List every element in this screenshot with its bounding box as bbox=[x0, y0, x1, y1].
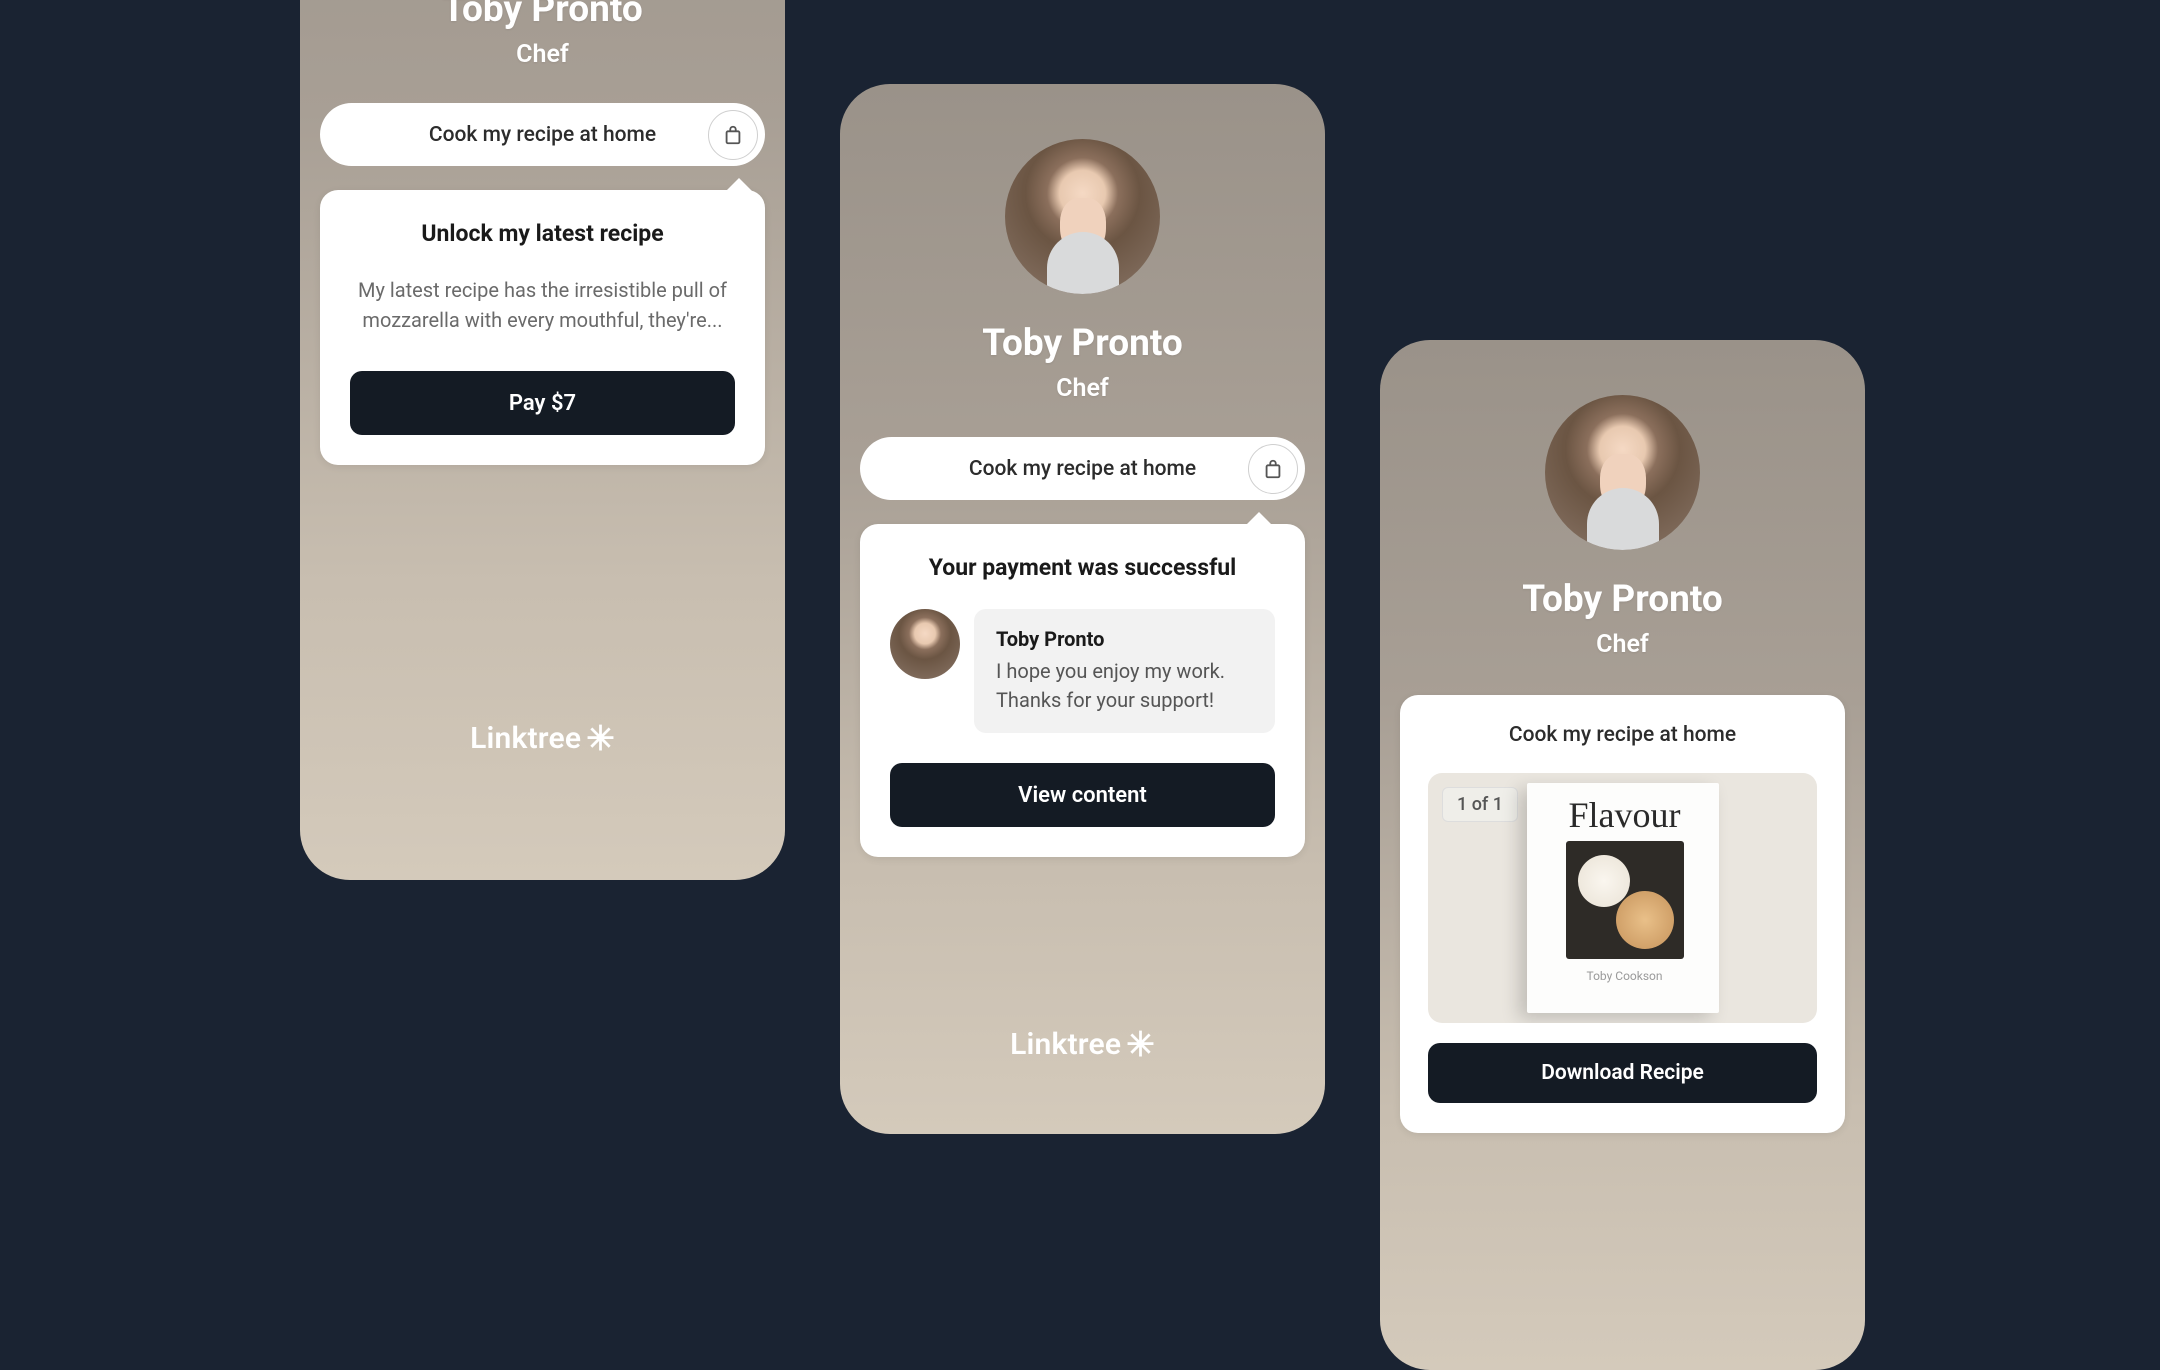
success-popover: Your payment was successful Toby Pronto … bbox=[860, 524, 1305, 857]
phone-screen-download: Toby Pronto Chef Cook my recipe at home … bbox=[1380, 340, 1865, 1370]
book-author: Toby Cookson bbox=[1587, 969, 1663, 983]
lock-icon bbox=[1248, 444, 1298, 494]
profile-name: Toby Pronto bbox=[1522, 578, 1723, 621]
linktree-logo: Linktree✳ bbox=[1010, 1027, 1155, 1062]
phone-screen-success: Toby Pronto Chef Cook my recipe at home … bbox=[840, 84, 1325, 1134]
pay-button[interactable]: Pay $7 bbox=[350, 371, 735, 435]
avatar bbox=[1545, 395, 1700, 550]
message-sender: Toby Pronto bbox=[996, 627, 1253, 651]
link-cook-recipe[interactable]: Cook my recipe at home bbox=[860, 437, 1305, 500]
unlock-popover: Unlock my latest recipe My latest recipe… bbox=[320, 190, 765, 465]
avatar bbox=[1005, 139, 1160, 294]
phone-screen-unlock: Toby Pronto Chef Cook my recipe at home … bbox=[300, 0, 785, 880]
card-title: Cook my recipe at home bbox=[1428, 723, 1817, 747]
download-card: Cook my recipe at home 1 of 1 Flavour To… bbox=[1400, 695, 1845, 1133]
book-cover: Flavour Toby Cookson bbox=[1527, 783, 1719, 1013]
view-content-button[interactable]: View content bbox=[890, 763, 1275, 827]
message-bubble: Toby Pronto I hope you enjoy my work. Th… bbox=[974, 609, 1275, 733]
lock-icon bbox=[708, 110, 758, 160]
link-cook-recipe[interactable]: Cook my recipe at home bbox=[320, 103, 765, 166]
message-body: I hope you enjoy my work. Thanks for you… bbox=[996, 657, 1253, 715]
link-label: Cook my recipe at home bbox=[969, 457, 1196, 481]
popover-description: My latest recipe has the irresistible pu… bbox=[350, 275, 735, 335]
profile-role: Chef bbox=[1596, 630, 1649, 659]
link-label: Cook my recipe at home bbox=[429, 123, 656, 147]
book-title: Flavour bbox=[1569, 797, 1681, 833]
thank-you-message: Toby Pronto I hope you enjoy my work. Th… bbox=[890, 609, 1275, 733]
shopping-bag-icon bbox=[1262, 458, 1284, 480]
profile-role: Chef bbox=[1056, 374, 1109, 403]
sender-avatar bbox=[890, 609, 960, 679]
shopping-bag-icon bbox=[722, 124, 744, 146]
book-cover-image bbox=[1566, 841, 1684, 959]
asterisk-icon: ✳ bbox=[586, 728, 615, 752]
linktree-logo: Linktree✳ bbox=[470, 721, 615, 756]
asterisk-icon: ✳ bbox=[1126, 1034, 1155, 1058]
content-preview[interactable]: 1 of 1 Flavour Toby Cookson bbox=[1428, 773, 1817, 1023]
download-recipe-button[interactable]: Download Recipe bbox=[1428, 1043, 1817, 1103]
profile-name: Toby Pronto bbox=[442, 0, 643, 31]
popover-title: Your payment was successful bbox=[890, 554, 1275, 581]
popover-title: Unlock my latest recipe bbox=[350, 220, 735, 247]
profile-name: Toby Pronto bbox=[982, 322, 1183, 365]
page-badge: 1 of 1 bbox=[1442, 787, 1518, 822]
profile-role: Chef bbox=[516, 40, 569, 69]
